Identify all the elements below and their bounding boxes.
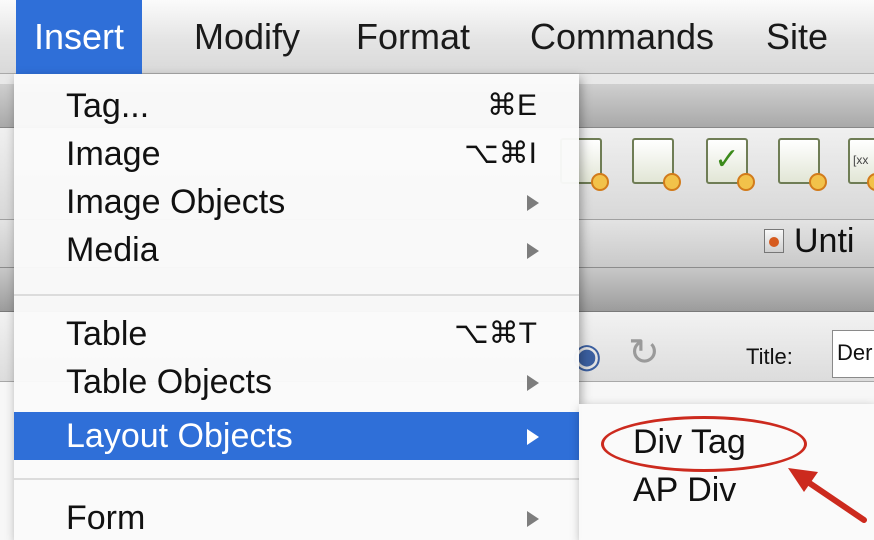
text-field-icon[interactable]	[632, 138, 681, 191]
submenu-arrow-icon	[527, 195, 539, 211]
document-tab-title[interactable]: Unti	[794, 222, 854, 261]
text-area-icon[interactable]: [xx	[848, 138, 874, 191]
annotation-arrow-icon	[788, 468, 867, 523]
annotation-circle	[601, 416, 807, 472]
shortcut-label: ⌘E	[486, 89, 537, 122]
menu-item-tag[interactable]: Tag... ⌘E	[14, 82, 579, 130]
menu-insert[interactable]: Insert	[16, 0, 143, 74]
document-icon	[764, 229, 784, 253]
menu-commands[interactable]: Commands	[512, 0, 732, 74]
select-list-icon[interactable]	[778, 138, 827, 191]
shortcut-label: ⌥⌘I	[464, 137, 537, 170]
menu-bar: Insert Modify Format Commands Site	[0, 0, 874, 74]
menu-item-layout-objects[interactable]: Layout Objects	[14, 412, 579, 460]
insert-menu: Tag... ⌘E Image ⌥⌘I Image Objects Media …	[14, 74, 579, 540]
menu-format[interactable]: Format	[338, 0, 488, 74]
menu-item-label: Layout Objects	[66, 417, 293, 455]
menu-item-table[interactable]: Table ⌥⌘T	[14, 310, 579, 358]
title-label: Title:	[746, 344, 793, 369]
menu-item-label: Form	[66, 499, 146, 537]
title-input[interactable]: Der	[832, 330, 874, 378]
menu-item-label: Table Objects	[66, 363, 272, 401]
submenu-arrow-icon	[527, 375, 539, 391]
submenu-arrow-icon	[527, 243, 539, 259]
menu-item-label: Table	[66, 315, 148, 353]
submenu-arrow-icon	[527, 511, 539, 527]
menu-item-image[interactable]: Image ⌥⌘I	[14, 130, 579, 178]
menu-separator	[14, 478, 579, 480]
menu-item-label: Media	[66, 231, 159, 269]
menu-item-label: Image	[66, 135, 161, 173]
checkbox-icon[interactable]: ✓	[706, 138, 755, 191]
menu-modify[interactable]: Modify	[176, 0, 318, 74]
menu-site[interactable]: Site	[748, 0, 846, 74]
submenu-item-label: AP Div	[633, 471, 737, 509]
menu-item-label: Image Objects	[66, 183, 286, 221]
menu-item-media[interactable]: Media	[14, 226, 579, 274]
menu-item-label: Tag...	[66, 87, 150, 125]
menu-separator	[14, 294, 579, 296]
shortcut-label: ⌥⌘T	[454, 317, 537, 350]
menu-item-form[interactable]: Form	[14, 494, 579, 540]
menu-item-table-objects[interactable]: Table Objects	[14, 358, 579, 406]
submenu-arrow-icon	[527, 429, 539, 445]
refresh-icon[interactable]: ↻	[628, 330, 660, 375]
menu-item-image-objects[interactable]: Image Objects	[14, 178, 579, 226]
